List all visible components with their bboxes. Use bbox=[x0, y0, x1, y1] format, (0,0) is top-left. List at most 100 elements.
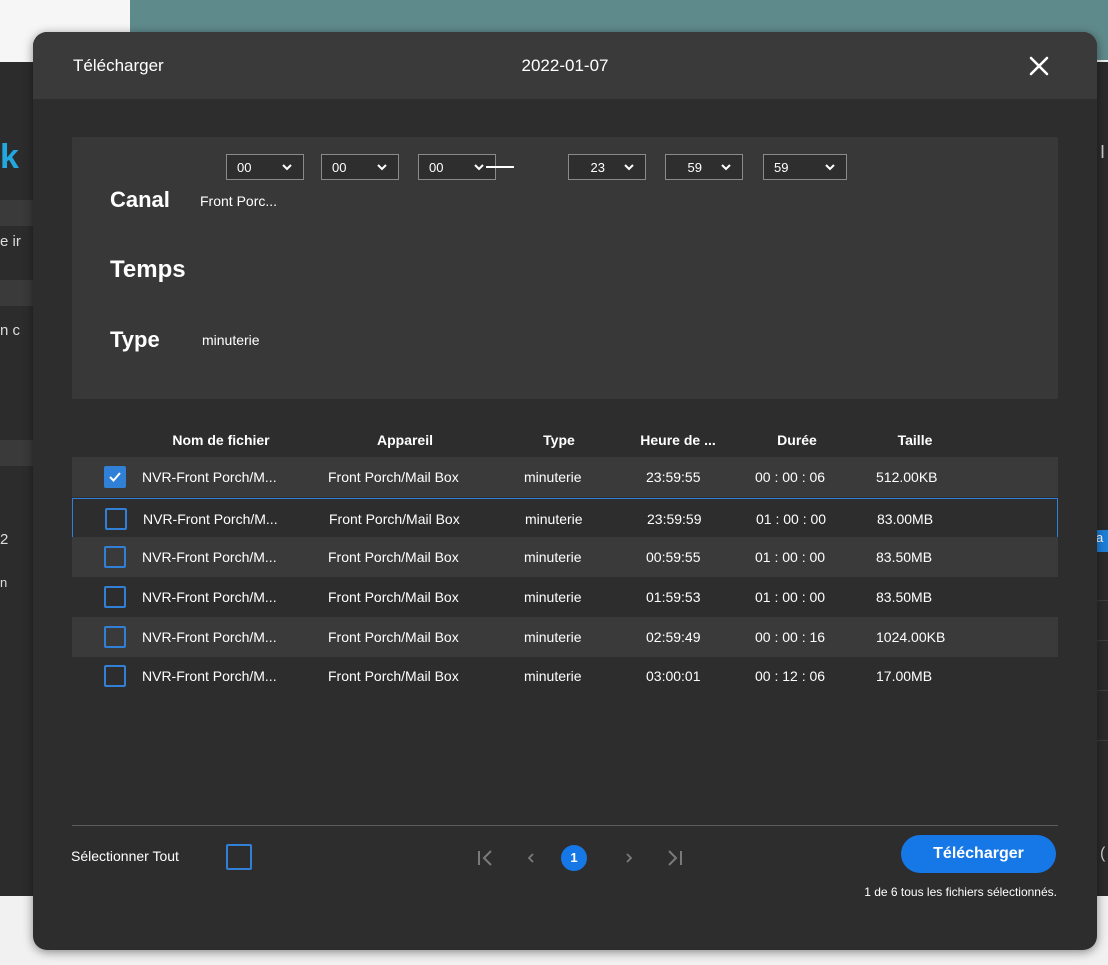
end-second-select[interactable]: 59 bbox=[763, 154, 847, 180]
background-logo-fragment: k bbox=[0, 138, 19, 176]
cell-device: Front Porch/Mail Box bbox=[328, 629, 459, 645]
row-checkbox[interactable] bbox=[104, 546, 126, 568]
column-header-device: Appareil bbox=[376, 432, 433, 448]
table-row[interactable]: NVR-Front Porch/M... Front Porch/Mail Box… bbox=[72, 457, 1058, 497]
column-header-size: Taille bbox=[897, 432, 933, 448]
cell-start-time: 01:59:53 bbox=[646, 589, 701, 605]
time-label: Temps bbox=[110, 256, 186, 283]
cell-duration: 00 : 12 : 06 bbox=[755, 668, 826, 684]
row-checkbox[interactable] bbox=[105, 508, 127, 530]
end-hour-select[interactable]: 23 bbox=[568, 154, 646, 180]
footer-divider bbox=[72, 825, 1058, 826]
download-button[interactable]: Télécharger bbox=[901, 835, 1056, 873]
cell-device: Front Porch/Mail Box bbox=[329, 511, 460, 527]
start-hour-value: 00 bbox=[237, 160, 252, 175]
cell-type: minuterie bbox=[524, 668, 582, 684]
table-row[interactable]: NVR-Front Porch/M... Front Porch/Mail Box… bbox=[72, 498, 1058, 538]
time-range-separator bbox=[486, 166, 514, 168]
background-text: 2 bbox=[0, 531, 9, 548]
background-badge: a bbox=[1096, 530, 1108, 552]
cell-size: 83.00MB bbox=[877, 511, 934, 527]
cell-size: 17.00MB bbox=[876, 668, 933, 684]
cell-size: 512.00KB bbox=[876, 469, 938, 485]
end-hour-value: 23 bbox=[590, 160, 605, 175]
cell-duration: 01 : 00 : 00 bbox=[755, 589, 826, 605]
previous-page-icon[interactable] bbox=[517, 844, 545, 872]
background-block bbox=[0, 440, 34, 466]
first-page-icon[interactable] bbox=[471, 844, 499, 872]
start-minute-select[interactable]: 00 bbox=[321, 154, 399, 180]
last-page-icon[interactable] bbox=[661, 844, 689, 872]
cell-device: Front Porch/Mail Box bbox=[328, 668, 459, 684]
checkmark-icon bbox=[109, 472, 121, 482]
start-hour-select[interactable]: 00 bbox=[226, 154, 304, 180]
chevron-down-icon bbox=[825, 164, 835, 171]
column-header-start-time: Heure de ... bbox=[640, 432, 716, 448]
cell-start-time: 02:59:49 bbox=[646, 629, 701, 645]
page-1-button[interactable]: 1 bbox=[561, 845, 587, 871]
close-icon[interactable] bbox=[1027, 54, 1051, 78]
background-block bbox=[0, 280, 34, 306]
chevron-down-icon bbox=[721, 164, 731, 171]
cell-start-time: 00:59:55 bbox=[646, 549, 701, 565]
select-all-checkbox[interactable] bbox=[226, 844, 252, 870]
cell-type: minuterie bbox=[524, 629, 582, 645]
select-all-label: Sélectionner Tout bbox=[71, 848, 179, 864]
filter-panel bbox=[72, 137, 1058, 399]
cell-file-name: NVR-Front Porch/M... bbox=[143, 511, 278, 527]
type-label: Type bbox=[110, 327, 160, 352]
download-dialog: Télécharger 2022-01-07 Canal Front Porc.… bbox=[33, 32, 1097, 950]
row-checkbox[interactable] bbox=[104, 665, 126, 687]
end-minute-select[interactable]: 59 bbox=[665, 154, 743, 180]
cell-device: Front Porch/Mail Box bbox=[328, 589, 459, 605]
start-second-value: 00 bbox=[429, 160, 444, 175]
cell-start-time: 23:59:59 bbox=[647, 511, 702, 527]
end-second-value: 59 bbox=[774, 160, 789, 175]
cell-type: minuterie bbox=[525, 511, 583, 527]
column-header-duration: Durée bbox=[777, 432, 817, 448]
table-row[interactable]: NVR-Front Porch/M... Front Porch/Mail Box… bbox=[72, 656, 1058, 696]
dialog-date: 2022-01-07 bbox=[521, 56, 609, 75]
cell-file-name: NVR-Front Porch/M... bbox=[142, 629, 277, 645]
cell-duration: 00 : 00 : 06 bbox=[755, 469, 826, 485]
column-header-type: Type bbox=[543, 432, 575, 448]
cell-duration: 01 : 00 : 00 bbox=[756, 511, 827, 527]
cell-type: minuterie bbox=[524, 469, 582, 485]
cell-file-name: NVR-Front Porch/M... bbox=[142, 469, 277, 485]
start-minute-value: 00 bbox=[332, 160, 347, 175]
selection-status: 1 de 6 tous les fichiers sélectionnés. bbox=[864, 885, 1057, 899]
cell-start-time: 03:00:01 bbox=[646, 668, 701, 684]
next-page-icon[interactable] bbox=[615, 844, 643, 872]
cell-file-name: NVR-Front Porch/M... bbox=[142, 589, 277, 605]
background-text: I bbox=[1100, 142, 1106, 162]
column-header-filename: Nom de fichier bbox=[172, 432, 270, 448]
channel-label: Canal bbox=[110, 187, 170, 212]
table-row[interactable]: NVR-Front Porch/M... Front Porch/Mail Box… bbox=[72, 537, 1058, 577]
chevron-down-icon bbox=[282, 164, 292, 171]
cell-type: minuterie bbox=[524, 589, 582, 605]
chevron-down-icon bbox=[474, 164, 484, 171]
table-row[interactable]: NVR-Front Porch/M... Front Porch/Mail Box… bbox=[72, 577, 1058, 617]
background-text: n bbox=[0, 575, 8, 590]
type-value[interactable]: minuterie bbox=[202, 332, 260, 348]
cell-duration: 00 : 00 : 16 bbox=[755, 629, 826, 645]
background-text: n c bbox=[0, 322, 21, 339]
cell-device: Front Porch/Mail Box bbox=[328, 469, 459, 485]
cell-size: 1024.00KB bbox=[876, 629, 946, 645]
channel-value[interactable]: Front Porc... bbox=[200, 193, 277, 209]
background-block bbox=[0, 200, 34, 226]
cell-device: Front Porch/Mail Box bbox=[328, 549, 459, 565]
start-second-select[interactable]: 00 bbox=[418, 154, 496, 180]
background-text: e ir bbox=[0, 233, 21, 250]
dialog-header: Télécharger 2022-01-07 bbox=[33, 32, 1097, 99]
row-checkbox[interactable] bbox=[104, 466, 126, 488]
cell-file-name: NVR-Front Porch/M... bbox=[142, 668, 277, 684]
table-row[interactable]: NVR-Front Porch/M... Front Porch/Mail Box… bbox=[72, 617, 1058, 657]
end-minute-value: 59 bbox=[687, 160, 702, 175]
row-checkbox[interactable] bbox=[104, 586, 126, 608]
cell-size: 83.50MB bbox=[876, 549, 933, 565]
cell-size: 83.50MB bbox=[876, 589, 933, 605]
row-checkbox[interactable] bbox=[104, 626, 126, 648]
chevron-down-icon bbox=[377, 164, 387, 171]
background-text: ( bbox=[1100, 845, 1106, 862]
